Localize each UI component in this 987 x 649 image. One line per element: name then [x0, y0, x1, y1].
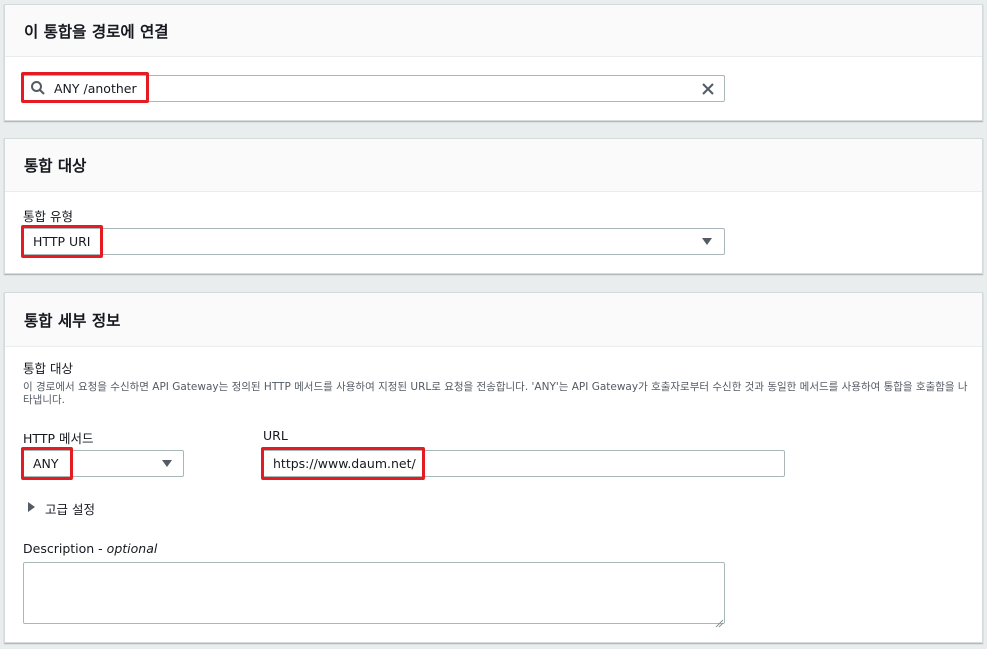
description-label-text: Description	[23, 541, 95, 556]
search-icon	[30, 80, 46, 96]
details-panel-title: 통합 세부 정보	[24, 311, 121, 330]
http-method-value: ANY	[33, 456, 59, 471]
description-optional: optional	[106, 541, 158, 556]
route-panel-title: 이 통합을 경로에 연결	[24, 22, 169, 41]
target-panel-title: 통합 대상	[24, 157, 87, 175]
integration-target-description: 이 경로에서 요청을 수신하면 API Gateway는 정의된 HTTP 메서…	[23, 381, 968, 406]
advanced-settings-toggle[interactable]: 고급 설정	[45, 499, 95, 518]
url-label: URL	[263, 428, 288, 443]
integration-type-value: HTTP URI	[33, 234, 91, 249]
description-label: Description - optional	[23, 541, 158, 556]
route-panel-header: 이 통합을 경로에 연결	[5, 5, 982, 57]
url-value: https://www.daum.net/	[273, 456, 416, 471]
integration-type-label: 통합 유형	[23, 209, 73, 224]
chevron-down-icon	[702, 238, 712, 245]
chevron-down-icon	[162, 460, 172, 467]
resize-handle-icon[interactable]	[714, 613, 724, 628]
description-textarea[interactable]	[23, 562, 725, 624]
http-method-label: HTTP 메서드	[23, 431, 94, 446]
clear-icon[interactable]	[701, 81, 715, 95]
route-search-value: ANY /another	[54, 81, 137, 96]
route-panel: 이 통합을 경로에 연결	[4, 4, 983, 121]
integration-target-label: 통합 대상	[23, 361, 73, 376]
caret-right-icon[interactable]	[28, 502, 35, 512]
target-panel-header: 통합 대상	[5, 139, 982, 192]
details-panel-header: 통합 세부 정보	[5, 293, 982, 347]
integration-type-select[interactable]	[23, 228, 725, 255]
